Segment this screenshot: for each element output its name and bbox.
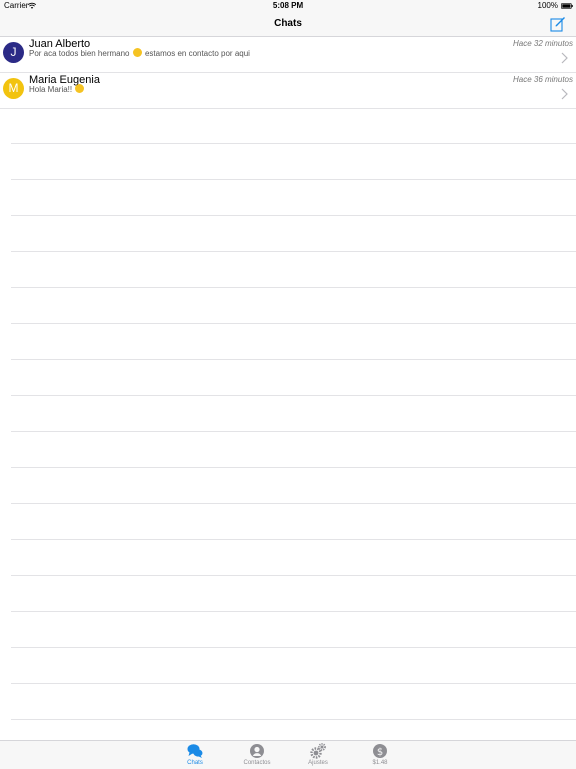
chat-preview-text-end: estamos en contacto por aqui [144,49,250,58]
row-separator [11,396,576,432]
tab-contactos[interactable]: Contactos [237,741,277,769]
tab-chats[interactable]: Chats [175,741,215,769]
empty-row-separators [11,108,576,720]
page-title: Chats [274,18,302,29]
tab-label: Contactos [243,760,271,766]
tab-label: Chats [187,760,203,766]
chat-timestamp: Hace 36 minutos [512,75,573,84]
compose-icon[interactable] [550,16,566,32]
chat-list: J Juan Alberto Por aca todos bien herman… [0,37,576,109]
row-separator [11,216,576,252]
row-separator [11,612,576,648]
row-separator [11,252,576,288]
chat-row-juan-alberto[interactable]: J Juan Alberto Por aca todos bien herman… [0,37,576,73]
chevron-right-icon [561,52,568,64]
row-separator [11,684,576,720]
tab-label: $1.48 [372,760,388,766]
avatar-initial: J [10,45,17,59]
row-separator [11,108,576,144]
svg-text:$: $ [377,747,383,758]
chat-preview: Por aca todos bien hermano estamos en co… [29,48,250,58]
avatar: J [3,42,24,63]
dollar-icon: $ [373,744,387,758]
tab-balance[interactable]: $ $1.48 [360,741,400,769]
chat-bubbles-icon [187,744,203,758]
contact-icon [250,744,264,758]
row-separator [11,504,576,540]
chat-row-maria-eugenia[interactable]: M Maria Eugenia Hola Maria!! Hace 36 min… [0,73,576,109]
chat-preview-text: Hola Maria!! [29,85,73,94]
row-separator [11,648,576,684]
status-bar: Carrier 5:08 PM 100% [0,0,576,12]
tab-bar: Chats Contactos Ajustes $ $1.48 [0,740,576,769]
avatar: M [3,78,24,99]
wink-tongue-emoji-icon [75,84,85,93]
row-separator [11,324,576,360]
row-separator [11,540,576,576]
chat-preview: Hola Maria!! [29,84,85,94]
gears-icon [310,743,326,759]
avatar-initial: M [8,81,19,95]
chevron-right-icon [561,88,568,100]
chat-preview-text: Por aca todos bien hermano [29,49,130,58]
tab-label: Ajustes [308,760,328,766]
chat-timestamp: Hace 32 minutos [512,39,573,48]
row-separator [11,432,576,468]
row-separator [11,288,576,324]
navigation-bar: Chats [0,12,576,37]
row-separator [11,576,576,612]
status-time: 5:08 PM [272,1,304,10]
row-separator [11,180,576,216]
battery-icon [561,3,573,9]
tab-ajustes[interactable]: Ajustes [298,741,338,769]
row-separator [11,360,576,396]
row-separator [11,468,576,504]
battery-percent: 100% [537,1,558,10]
row-separator [11,144,576,180]
grin-emoji-icon [132,48,142,57]
